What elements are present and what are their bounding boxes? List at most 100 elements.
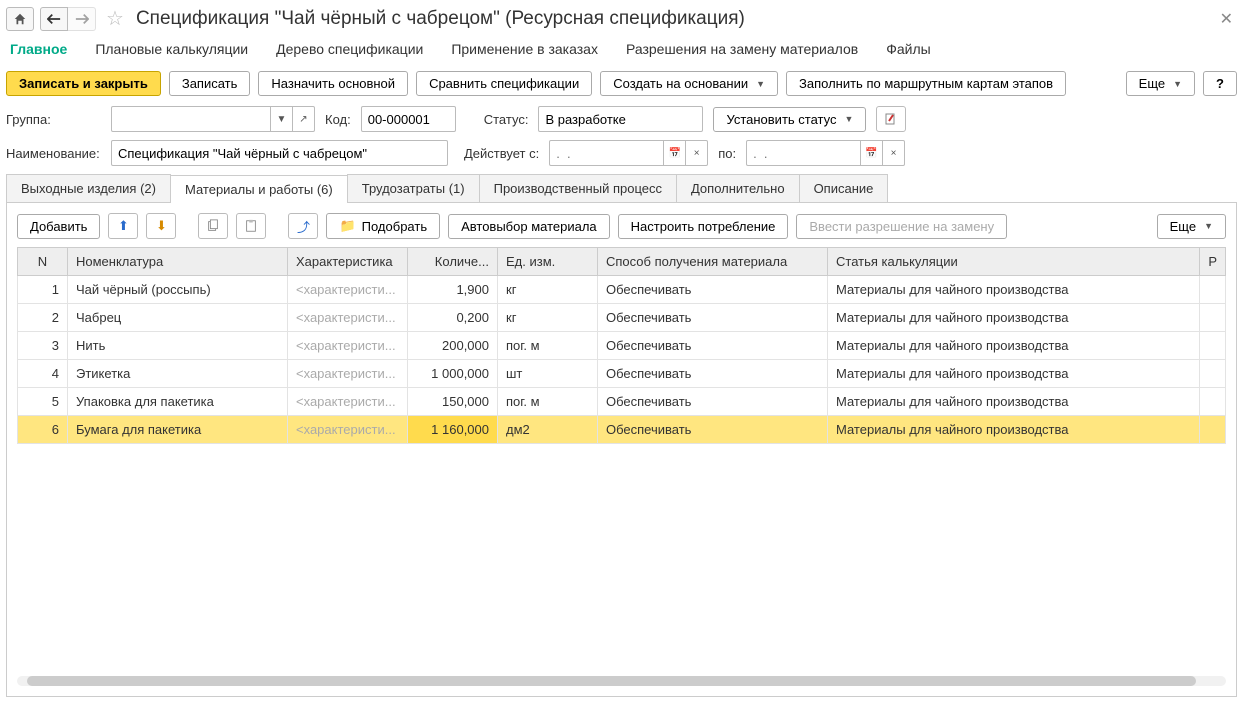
set-main-button[interactable]: Назначить основной	[258, 71, 408, 96]
cell-unit: кг	[498, 304, 598, 332]
cell-characteristic: <характеристи...	[288, 332, 408, 360]
cell-characteristic: <характеристи...	[288, 360, 408, 388]
nav-back-button[interactable]	[40, 7, 68, 31]
code-label: Код:	[325, 112, 351, 127]
col-n[interactable]: N	[18, 248, 68, 276]
cell-n: 4	[18, 360, 68, 388]
tab-files[interactable]: Файлы	[886, 41, 930, 57]
tab-plan-calc[interactable]: Плановые калькуляции	[95, 41, 248, 57]
col-unit[interactable]: Ед. изм.	[498, 248, 598, 276]
compare-specs-button[interactable]: Сравнить спецификации	[416, 71, 592, 96]
name-label: Наименование:	[6, 146, 101, 161]
cell-nomenclature: Нить	[68, 332, 288, 360]
table-row[interactable]: 2Чабрец<характеристи...0,200кгОбеспечива…	[18, 304, 1226, 332]
clear-from-button[interactable]: ×	[686, 140, 708, 166]
date-from-input[interactable]	[549, 140, 664, 166]
nav-forward-button[interactable]	[68, 7, 96, 31]
col-method[interactable]: Способ получения материала	[598, 248, 828, 276]
cell-characteristic: <характеристи...	[288, 388, 408, 416]
add-row-button[interactable]: Добавить	[17, 214, 100, 239]
status-input[interactable]	[538, 106, 703, 132]
group-open-button[interactable]: ↗	[293, 106, 315, 132]
cell-last	[1200, 276, 1226, 304]
more-button[interactable]: Еще ▼	[1126, 71, 1195, 96]
enter-replacement-permission-button[interactable]: Ввести разрешение на замену	[796, 214, 1007, 239]
cell-n: 1	[18, 276, 68, 304]
cell-method: Обеспечивать	[598, 276, 828, 304]
table-row[interactable]: 3Нить<характеристи...200,000пог. мОбеспе…	[18, 332, 1226, 360]
group-dropdown-button[interactable]: ▼	[271, 106, 293, 132]
calendar-to-icon[interactable]: 📅	[861, 140, 883, 166]
cell-nomenclature: Бумага для пакетика	[68, 416, 288, 444]
table-row[interactable]: 5Упаковка для пакетика<характеристи...15…	[18, 388, 1226, 416]
col-characteristic[interactable]: Характеристика	[288, 248, 408, 276]
cell-article: Материалы для чайного производства	[828, 304, 1200, 332]
cell-n: 3	[18, 332, 68, 360]
cell-method: Обеспечивать	[598, 332, 828, 360]
cell-quantity: 200,000	[408, 332, 498, 360]
tab-spec-tree[interactable]: Дерево спецификации	[276, 41, 423, 57]
pick-button[interactable]: 📁 Подобрать	[326, 213, 440, 239]
cell-method: Обеспечивать	[598, 416, 828, 444]
cell-article: Материалы для чайного производства	[828, 276, 1200, 304]
group-input[interactable]	[111, 106, 271, 132]
cell-method: Обеспечивать	[598, 360, 828, 388]
move-up-button[interactable]: ⬆	[108, 213, 138, 239]
cell-article: Материалы для чайного производства	[828, 360, 1200, 388]
scrollbar-thumb[interactable]	[27, 676, 1196, 686]
subtab-labor[interactable]: Трудозатраты (1)	[347, 174, 480, 202]
copy-button[interactable]	[198, 213, 228, 239]
calendar-from-icon[interactable]: 📅	[664, 140, 686, 166]
favorite-star-icon[interactable]: ☆	[102, 6, 128, 31]
table-row[interactable]: 1Чай чёрный (россыпь)<характеристи...1,9…	[18, 276, 1226, 304]
home-button[interactable]	[6, 7, 34, 31]
col-article[interactable]: Статья калькуляции	[828, 248, 1200, 276]
paste-button[interactable]	[236, 213, 266, 239]
fill-by-route-cards-button[interactable]: Заполнить по маршрутным картам этапов	[786, 71, 1066, 96]
help-button[interactable]: ?	[1203, 71, 1237, 96]
name-input[interactable]	[111, 140, 448, 166]
close-button[interactable]: ✕	[1216, 9, 1237, 29]
panel-more-button[interactable]: Еще ▼	[1157, 214, 1226, 239]
horizontal-scrollbar[interactable]	[17, 676, 1226, 686]
cell-nomenclature: Чай чёрный (россыпь)	[68, 276, 288, 304]
subtab-materials-works[interactable]: Материалы и работы (6)	[170, 175, 348, 203]
top-nav-tabs: Главное Плановые калькуляции Дерево спец…	[10, 41, 1233, 57]
cell-quantity: 1 000,000	[408, 360, 498, 388]
tab-material-permissions[interactable]: Разрешения на замену материалов	[626, 41, 858, 57]
tab-orders-usage[interactable]: Применение в заказах	[451, 41, 598, 57]
tab-main[interactable]: Главное	[10, 41, 67, 57]
share-button[interactable]: ⤴	[288, 213, 318, 239]
configure-consumption-button[interactable]: Настроить потребление	[618, 214, 789, 239]
save-button[interactable]: Записать	[169, 71, 251, 96]
to-label: по:	[718, 146, 736, 161]
subtab-extra[interactable]: Дополнительно	[676, 174, 800, 202]
subtab-description[interactable]: Описание	[799, 174, 889, 202]
cell-unit: пог. м	[498, 332, 598, 360]
table-row[interactable]: 4Этикетка<характеристи...1 000,000штОбес…	[18, 360, 1226, 388]
cell-n: 5	[18, 388, 68, 416]
cell-article: Материалы для чайного производства	[828, 388, 1200, 416]
pick-label: Подобрать	[362, 219, 427, 234]
auto-select-material-button[interactable]: Автовыбор материала	[448, 214, 610, 239]
col-quantity[interactable]: Количе...	[408, 248, 498, 276]
table-row[interactable]: 6Бумага для пакетика<характеристи...1 16…	[18, 416, 1226, 444]
more-label: Еще	[1139, 76, 1165, 91]
subtab-process[interactable]: Производственный процесс	[479, 174, 677, 202]
save-and-close-button[interactable]: Записать и закрыть	[6, 71, 161, 96]
valid-from-label: Действует с:	[464, 146, 539, 161]
clear-to-button[interactable]: ×	[883, 140, 905, 166]
dropdown-caret-icon: ▼	[756, 79, 765, 89]
dropdown-caret-icon: ▼	[1204, 221, 1213, 231]
cell-quantity: 0,200	[408, 304, 498, 332]
subtab-output-products[interactable]: Выходные изделия (2)	[6, 174, 171, 202]
status-action-icon[interactable]	[876, 106, 906, 132]
code-input[interactable]	[361, 106, 456, 132]
cell-method: Обеспечивать	[598, 388, 828, 416]
date-to-input[interactable]	[746, 140, 861, 166]
col-last[interactable]: Р	[1200, 248, 1226, 276]
col-nomenclature[interactable]: Номенклатура	[68, 248, 288, 276]
create-based-on-button[interactable]: Создать на основании ▼	[600, 71, 778, 96]
move-down-button[interactable]: ⬇	[146, 213, 176, 239]
set-status-button[interactable]: Установить статус ▼	[713, 107, 866, 132]
